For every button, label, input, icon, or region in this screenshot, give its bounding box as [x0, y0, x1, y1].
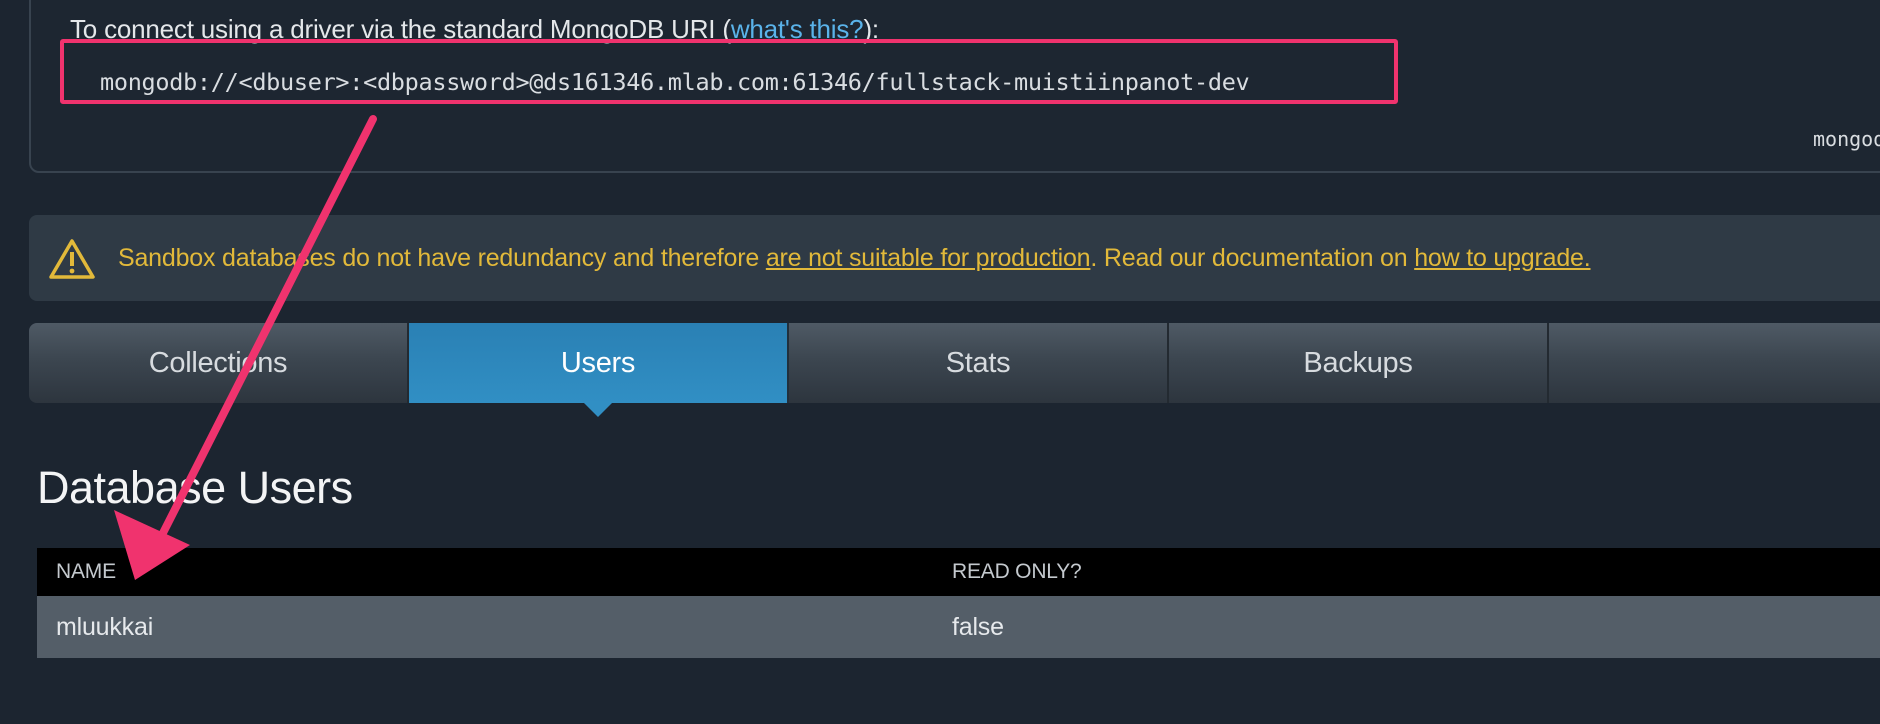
table-header-row: NAME READ ONLY?: [37, 548, 1880, 596]
uri-annotation-box: [60, 39, 1398, 104]
column-header-read-only: READ ONLY?: [952, 560, 1082, 583]
users-table: NAME READ ONLY? mluukkai false: [37, 548, 1880, 658]
tab-stats[interactable]: Stats: [789, 323, 1169, 403]
tab-backups[interactable]: Backups: [1169, 323, 1549, 403]
sandbox-warning-text: Sandbox databases do not have redundancy…: [118, 244, 1591, 273]
warning-text-part-1: Sandbox databases do not have redundancy…: [118, 244, 766, 272]
user-name-cell: mluukkai: [56, 612, 154, 641]
warning-triangle-icon: [49, 239, 95, 279]
table-row[interactable]: mluukkai false: [37, 596, 1880, 658]
mongo-shell-text: mongod: [1813, 127, 1880, 151]
not-suitable-link[interactable]: are not suitable for production: [766, 244, 1091, 272]
how-to-upgrade-link[interactable]: how to upgrade.: [1414, 244, 1591, 272]
tab-users-label: Users: [560, 346, 636, 379]
page-title: Database Users: [37, 462, 353, 513]
tab-more[interactable]: [1549, 323, 1880, 403]
warning-text-part-2: . Read our documentation on: [1090, 244, 1415, 272]
database-tabs: Collections Users Stats Backups: [29, 323, 1880, 417]
column-header-name: NAME: [56, 560, 116, 583]
active-tab-caret: [584, 403, 612, 417]
user-read-only-cell: false: [952, 612, 1004, 641]
tab-users[interactable]: Users: [409, 323, 789, 417]
tab-collections[interactable]: Collections: [29, 323, 409, 403]
